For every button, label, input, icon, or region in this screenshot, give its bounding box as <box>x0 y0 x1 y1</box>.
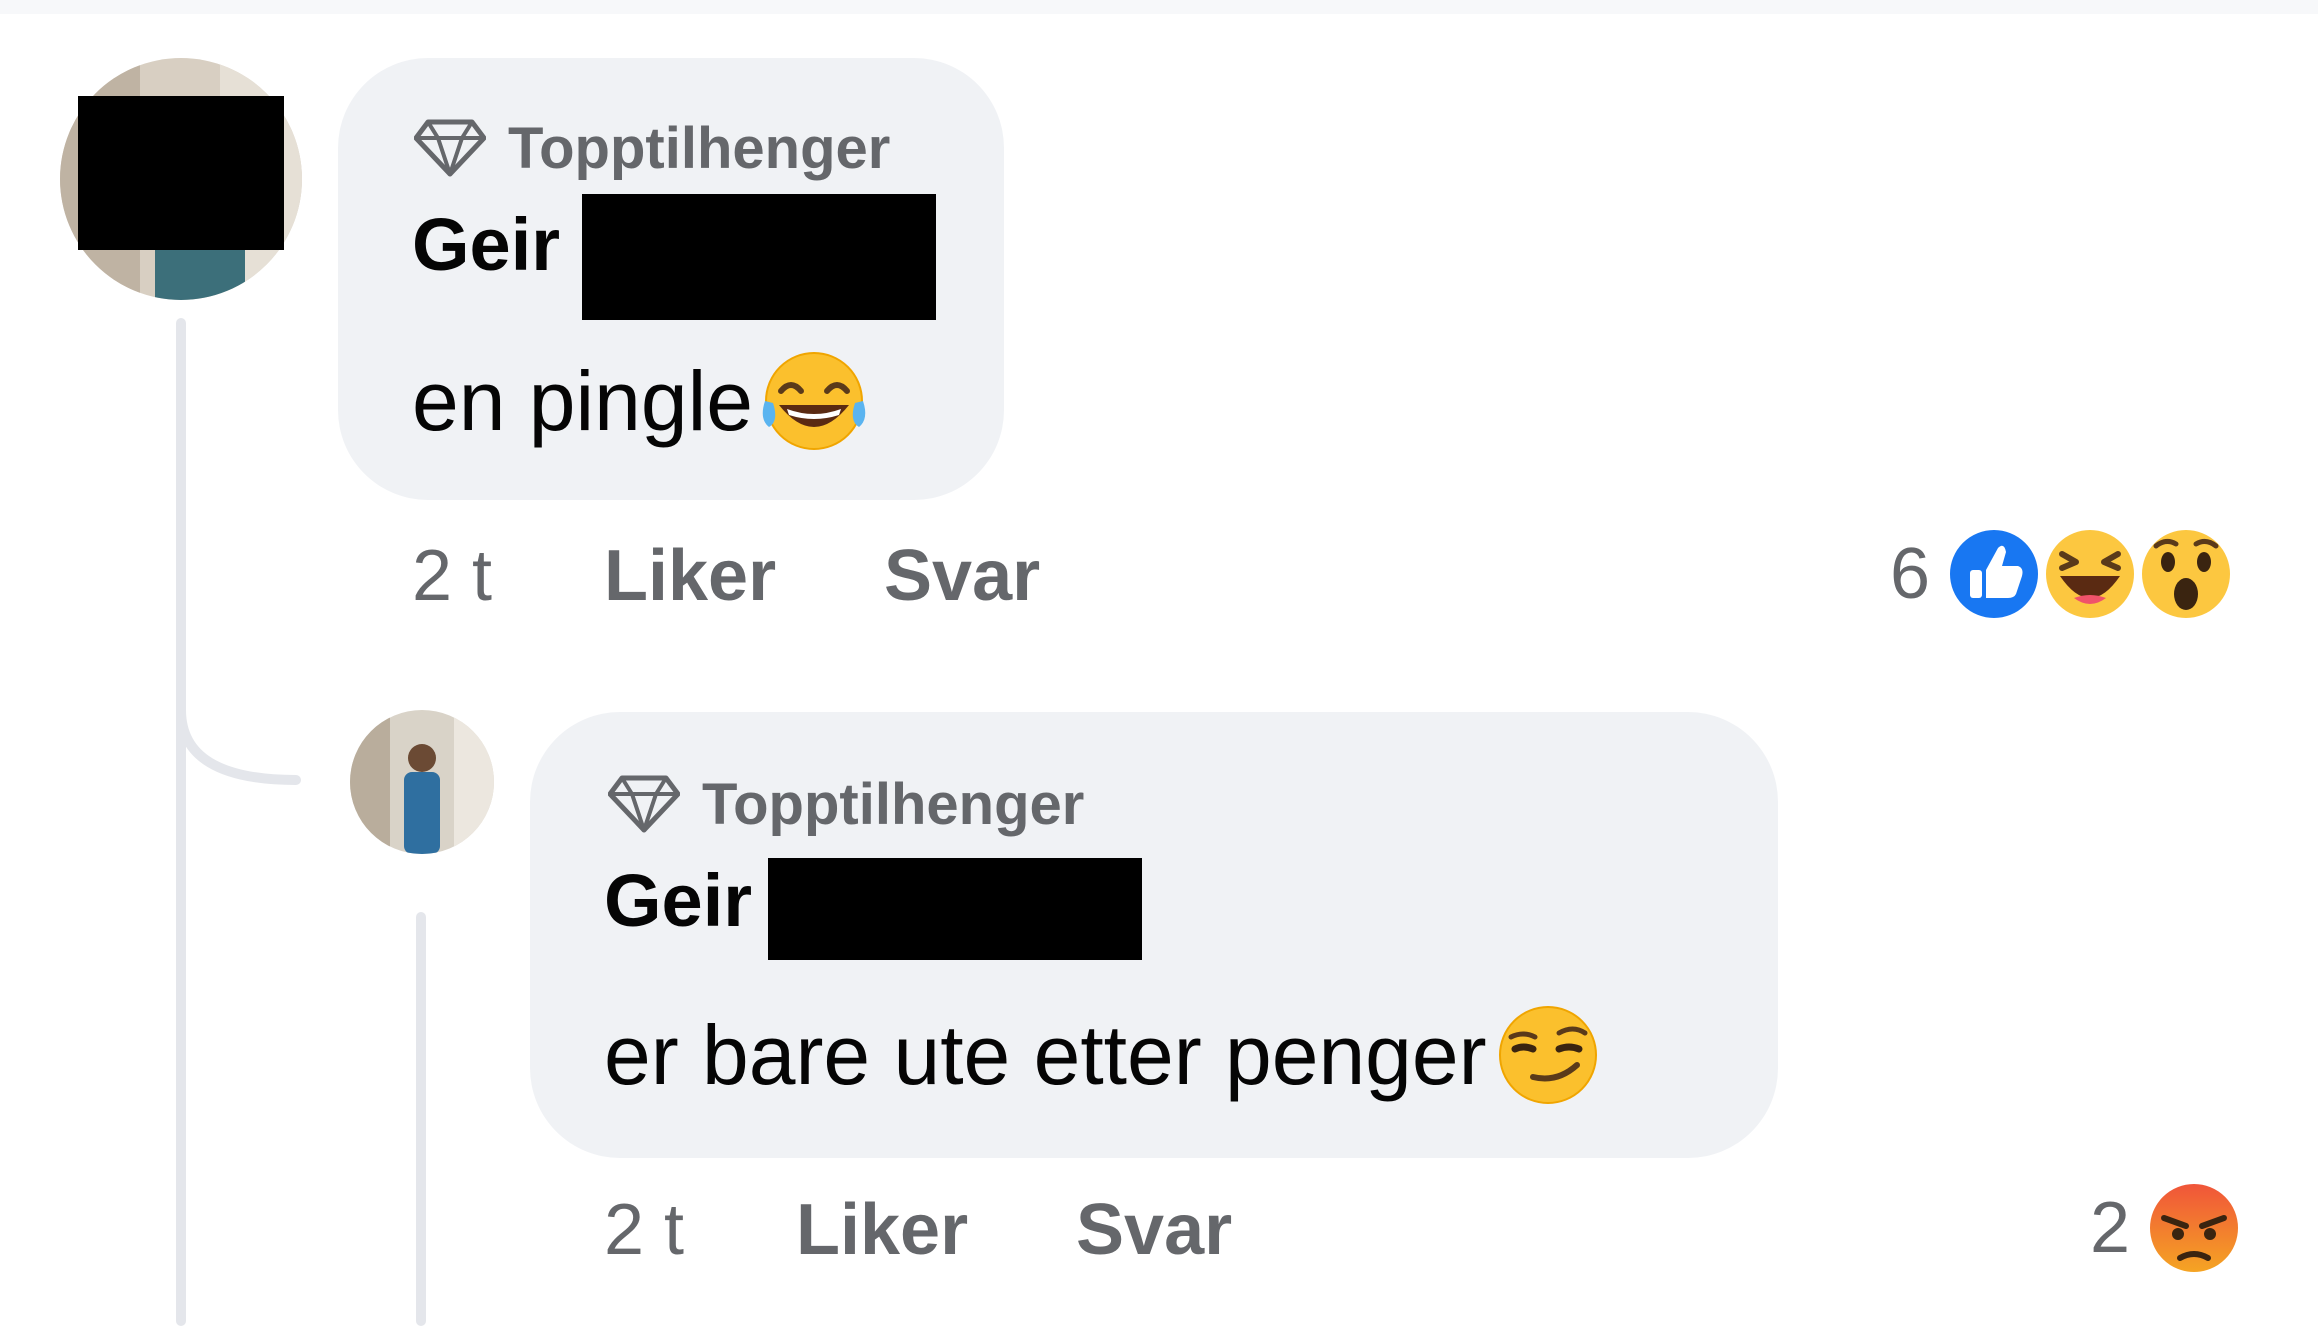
reply-button[interactable]: Svar <box>1076 1188 1232 1272</box>
reaction-count: 6 <box>1890 534 1931 614</box>
reply-button[interactable]: Svar <box>884 534 1040 618</box>
author-name[interactable]: Geir <box>412 200 560 290</box>
like-reaction-icon <box>1946 526 2043 622</box>
author-first-name[interactable]: Geir <box>604 859 752 942</box>
badge-label: Topptilhenger <box>508 115 891 181</box>
comment-text-content: er bare ute etter penger <box>604 1007 1487 1102</box>
comment-text: en pingle <box>412 346 869 456</box>
avatar[interactable] <box>350 710 494 854</box>
author-name[interactable]: Geir <box>604 856 752 946</box>
wow-reaction-icon <box>2138 526 2235 622</box>
top-fan-badge: Topptilhenger <box>608 770 1084 838</box>
author-name-redaction <box>582 194 936 320</box>
comment-timestamp[interactable]: 2 t <box>604 1188 684 1272</box>
thread-line-reply <box>416 912 426 1326</box>
top-fan-badge: Topptilhenger <box>414 114 890 182</box>
haha-reaction-icon <box>2042 526 2139 622</box>
reactions-summary[interactable]: 6 <box>1890 520 2236 628</box>
author-first-name[interactable]: Geir <box>412 203 560 286</box>
badge-label: Topptilhenger <box>702 771 1085 837</box>
angry-reaction-icon <box>2146 1180 2243 1276</box>
like-button[interactable]: Liker <box>796 1188 968 1272</box>
joy-emoji <box>762 352 866 450</box>
comment-text: er bare ute etter penger <box>604 1000 1603 1110</box>
diamond-icon <box>414 119 486 177</box>
comment-timestamp[interactable]: 2 t <box>412 534 492 618</box>
reaction-count: 2 <box>2090 1188 2131 1268</box>
avatar-redaction <box>78 96 284 250</box>
comment-text-content: en pingle <box>412 353 753 448</box>
reactions-summary[interactable]: 2 <box>2090 1176 2244 1280</box>
thread-line-branch <box>176 650 301 785</box>
author-name-redaction <box>768 858 1142 960</box>
like-button[interactable]: Liker <box>604 534 776 618</box>
thread-line-main <box>176 318 186 1326</box>
smirk-emoji <box>1498 1006 1597 1104</box>
diamond-icon <box>608 775 680 833</box>
top-divider <box>0 0 2318 14</box>
